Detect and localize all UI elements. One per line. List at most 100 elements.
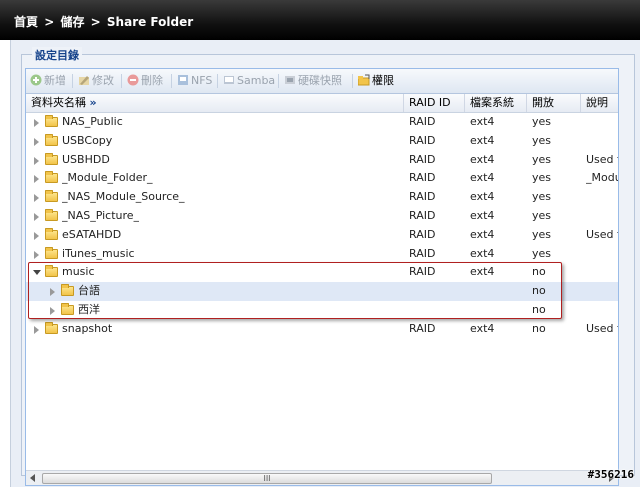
table-row[interactable]: _NAS_Picture_ RAID ext4 yes: [26, 207, 618, 226]
fieldset-title: 設定目錄: [32, 47, 82, 63]
grid-header: 資料夾名稱 » RAID ID 檔案系統 開放 說明: [26, 94, 618, 113]
breadcrumb-current: Share Folder: [106, 15, 194, 29]
folder-icon: [45, 321, 58, 334]
column-header-open[interactable]: 開放: [527, 94, 581, 112]
column-header-description[interactable]: 說明: [581, 94, 618, 112]
delete-button[interactable]: 刪除: [127, 74, 163, 88]
edit-button[interactable]: 修改: [78, 74, 114, 88]
description: Used for ext: [586, 152, 618, 166]
expand-columns-icon[interactable]: »: [90, 96, 97, 109]
file-system: ext4: [470, 115, 495, 128]
permission-button[interactable]: 權限: [357, 74, 394, 88]
column-header-name[interactable]: 資料夾名稱 »: [26, 94, 404, 112]
expand-arrow-icon[interactable]: [34, 119, 39, 127]
table-row[interactable]: NAS_Public RAID ext4 yes: [26, 113, 618, 132]
breadcrumb: 首頁 > 儲存 > Share Folder: [0, 0, 640, 40]
raid-id: RAID: [409, 321, 436, 335]
expand-arrow-icon[interactable]: [34, 194, 39, 203]
nfs-icon: [177, 74, 189, 86]
nfs-button[interactable]: NFS: [177, 74, 212, 88]
delete-icon: [127, 74, 139, 86]
expand-arrow-icon[interactable]: [34, 325, 39, 334]
description: _Module_Fo: [586, 171, 619, 185]
file-system: ext4: [470, 190, 495, 204]
folder-key-icon: [357, 74, 370, 86]
folder-name: NAS_Public: [62, 115, 123, 128]
raid-id: RAID: [409, 171, 436, 185]
grid-toolbar: 新增 修改 刪除 NFS Samba 硬碟快照 權限: [26, 69, 618, 94]
folder-icon: [45, 190, 58, 203]
folder-name: _Module_Folder_: [62, 171, 153, 185]
file-system: ext4: [470, 321, 495, 335]
open-status: yes: [532, 190, 552, 204]
folder-icon: [45, 133, 58, 146]
open-status: yes: [532, 171, 552, 185]
breadcrumb-separator: >: [44, 15, 55, 29]
file-system: ext4: [470, 208, 495, 222]
folder-icon: [45, 115, 58, 127]
description: Used for eS: [586, 227, 618, 241]
expand-arrow-icon[interactable]: [34, 175, 39, 184]
expand-arrow-icon[interactable]: [34, 250, 39, 259]
raid-id: RAID: [409, 208, 436, 222]
open-status: yes: [532, 152, 552, 166]
raid-id: RAID: [409, 152, 436, 166]
disk-snapshot-icon: [284, 74, 296, 86]
raid-id: RAID: [409, 246, 436, 260]
edit-icon: [78, 74, 90, 86]
open-status: yes: [532, 227, 552, 241]
scroll-thumb[interactable]: III: [42, 473, 492, 484]
table-row[interactable]: USBCopy RAID ext4 yes: [26, 132, 618, 151]
folder-name: snapshot: [62, 321, 113, 335]
expand-arrow-icon[interactable]: [34, 137, 39, 146]
expand-arrow-icon[interactable]: [34, 212, 39, 221]
file-system: ext4: [470, 171, 495, 185]
folder-icon: [45, 171, 58, 184]
horizontal-scrollbar[interactable]: III: [26, 470, 618, 485]
column-header-raid[interactable]: RAID ID: [404, 94, 465, 112]
folder-name: eSATAHDD: [62, 227, 122, 241]
folder-name: USBCopy: [62, 133, 113, 147]
raid-id: RAID: [409, 227, 436, 241]
add-icon: [30, 74, 42, 86]
expand-arrow-icon[interactable]: [34, 156, 39, 165]
table-row[interactable]: eSATAHDD RAID ext4 yes Used for eS: [26, 226, 618, 245]
table-row[interactable]: _Module_Folder_ RAID ext4 yes _Module_Fo: [26, 169, 618, 188]
disk-snapshot-button[interactable]: 硬碟快照: [284, 74, 342, 88]
breadcrumb-storage[interactable]: 儲存: [60, 15, 84, 29]
open-status: yes: [532, 246, 552, 260]
folder-name: _NAS_Module_Source_: [62, 190, 185, 204]
folder-name: USBHDD: [62, 152, 110, 166]
description: Used for sn: [586, 321, 618, 335]
folder-name: _NAS_Picture_: [62, 208, 140, 222]
expand-arrow-icon[interactable]: [34, 231, 39, 240]
table-row[interactable]: _NAS_Module_Source_ RAID ext4 yes: [26, 188, 618, 207]
samba-icon: [223, 74, 235, 86]
raid-id: RAID: [409, 133, 436, 147]
folder-icon: [45, 227, 58, 240]
annotation-highlight-box: [28, 262, 562, 319]
breadcrumb-separator: >: [90, 15, 101, 29]
file-system: ext4: [470, 152, 495, 166]
folder-name: iTunes_music: [62, 246, 135, 260]
file-system: ext4: [470, 246, 495, 260]
file-system: ext4: [470, 133, 495, 147]
raid-id: RAID: [409, 190, 436, 204]
table-row[interactable]: USBHDD RAID ext4 yes Used for ext: [26, 151, 618, 170]
scroll-left-arrow-icon[interactable]: [30, 474, 35, 482]
breadcrumb-home[interactable]: 首頁: [14, 15, 38, 29]
folder-icon: [45, 208, 58, 221]
table-row[interactable]: snapshot RAID ext4 no Used for sn: [26, 320, 618, 339]
table-row[interactable]: iTunes_music RAID ext4 yes: [26, 245, 618, 264]
add-button[interactable]: 新增: [30, 74, 66, 88]
watermark: #356216: [587, 468, 634, 481]
open-status: yes: [532, 133, 552, 147]
file-system: ext4: [470, 227, 495, 241]
open-status: yes: [532, 115, 552, 128]
raid-id: RAID: [409, 115, 436, 128]
column-header-filesystem[interactable]: 檔案系統: [465, 94, 527, 112]
folder-icon: [45, 152, 58, 165]
samba-button[interactable]: Samba: [223, 74, 275, 88]
open-status: no: [532, 321, 546, 335]
folder-icon: [45, 246, 58, 259]
